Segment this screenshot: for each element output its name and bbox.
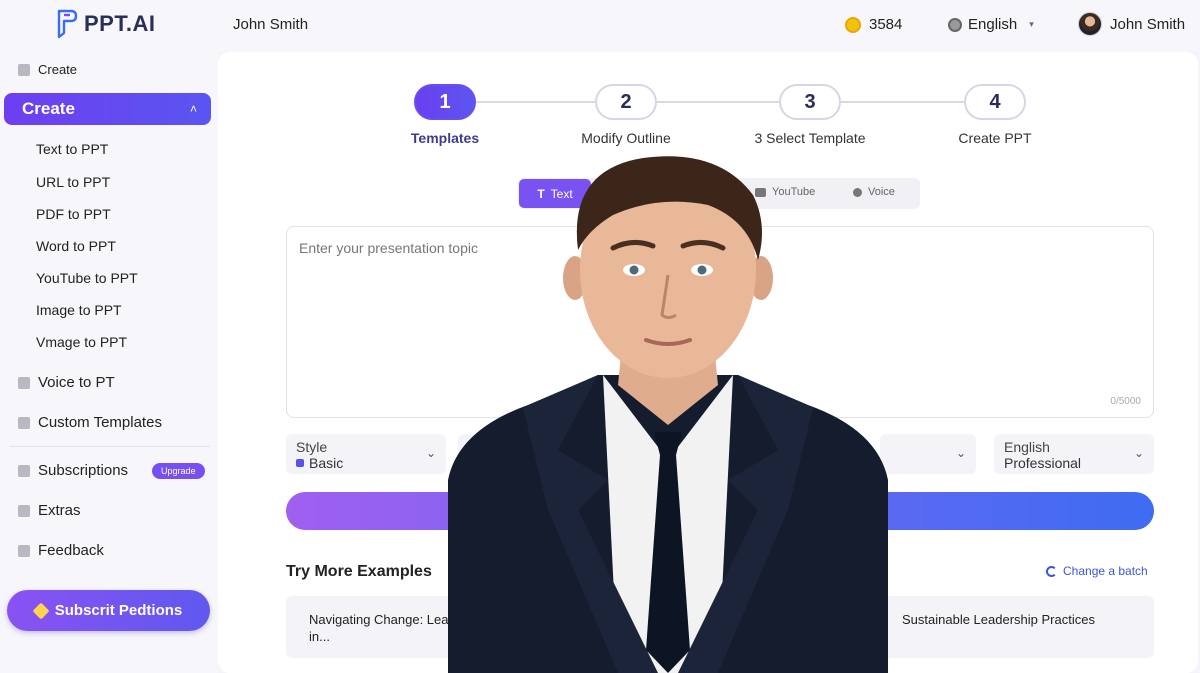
sidebar-item-vmage-to-ppt[interactable]: Vmage to PPT bbox=[36, 334, 127, 350]
sidebar-item-subscriptions[interactable]: Subscriptions Upgrade bbox=[18, 462, 205, 479]
step-2-label: Modify Outline bbox=[581, 130, 671, 146]
credits-display[interactable]: 3584 bbox=[845, 16, 902, 33]
change-batch-button[interactable]: Change a batch bbox=[1046, 564, 1148, 578]
user-menu[interactable]: John Smith bbox=[1078, 12, 1185, 36]
sidebar-item-custom-templates[interactable]: Custom Templates bbox=[18, 414, 162, 431]
step-4[interactable]: 4 bbox=[964, 84, 1026, 120]
step-1-label: Templates bbox=[410, 130, 480, 146]
language-tone-select[interactable]: English Professional ⌄ bbox=[994, 434, 1154, 474]
subscriptions-icon bbox=[18, 464, 30, 477]
presenter-photo bbox=[448, 156, 888, 673]
sidebar-item-image-to-ppt[interactable]: Image to PPT bbox=[36, 302, 122, 318]
credits-value: 3584 bbox=[869, 16, 903, 33]
top-bar: PPT.AI John Smith 3584 English ▾ John Sm… bbox=[0, 0, 1200, 52]
examples-title: Try More Examples bbox=[286, 563, 432, 580]
logo-mark-icon bbox=[57, 9, 78, 39]
feedback-icon bbox=[18, 544, 30, 557]
sidebar-item-feedback[interactable]: Feedback bbox=[18, 542, 104, 559]
create-icon bbox=[18, 63, 30, 76]
character-counter: 0/5000 bbox=[1110, 396, 1141, 407]
workspace-user-name: John Smith bbox=[233, 16, 309, 33]
sidebar-item-text-to-ppt[interactable]: Text to PPT bbox=[36, 141, 108, 157]
sidebar-create-heading: Create bbox=[18, 62, 77, 77]
sidebar-item-extras[interactable]: Extras bbox=[18, 502, 81, 519]
step-3[interactable]: 3 bbox=[779, 84, 841, 120]
logo-text: PPT.AI bbox=[84, 11, 156, 36]
sidebar-item-create[interactable]: Create ˄ bbox=[4, 93, 211, 125]
sidebar: Create Create ˄ Text to PPT URL to PPT P… bbox=[0, 52, 218, 673]
chevron-down-icon: ▾ bbox=[1029, 19, 1034, 29]
logo[interactable]: PPT.AI bbox=[56, 9, 155, 39]
user-name: John Smith bbox=[1110, 15, 1186, 33]
sidebar-item-label: Create bbox=[22, 99, 75, 118]
globe-icon bbox=[948, 17, 962, 32]
subscribe-button[interactable]: Subscrit Pedtions bbox=[7, 590, 210, 631]
style-swatch-icon bbox=[296, 459, 304, 467]
avatar bbox=[1078, 12, 1102, 36]
coin-icon bbox=[845, 16, 861, 33]
diamond-icon bbox=[32, 602, 50, 619]
sidebar-item-word-to-ppt[interactable]: Word to PPT bbox=[36, 238, 116, 254]
templates-icon bbox=[18, 416, 30, 429]
sidebar-item-url-to-ppt[interactable]: URL to PPT bbox=[36, 174, 110, 190]
step-3-label: 3 Select Template bbox=[754, 130, 866, 146]
step-2[interactable]: 2 bbox=[595, 84, 657, 120]
step-1[interactable]: 1 bbox=[414, 84, 476, 120]
sidebar-item-youtube-to-ppt[interactable]: YouTube to PPT bbox=[36, 270, 138, 286]
chevron-up-icon: ˄ bbox=[189, 102, 197, 116]
language-selector[interactable]: English ▾ bbox=[948, 16, 1034, 33]
language-label: English bbox=[968, 16, 1018, 33]
divider bbox=[10, 446, 210, 447]
chevron-down-icon: ⌄ bbox=[1133, 446, 1144, 460]
sidebar-item-voice[interactable]: Voice to PT bbox=[18, 374, 115, 391]
extras-icon bbox=[18, 504, 30, 517]
refresh-icon bbox=[1046, 565, 1057, 577]
chevron-down-icon: ⌄ bbox=[955, 446, 966, 460]
upgrade-badge[interactable]: Upgrade bbox=[152, 462, 205, 479]
example-card[interactable]: Sustainable Leadership Practices bbox=[880, 596, 1154, 658]
step-4-label: Create PPT bbox=[958, 130, 1032, 146]
sidebar-item-pdf-to-ppt[interactable]: PDF to PPT bbox=[36, 206, 111, 222]
stepper-track bbox=[476, 101, 996, 103]
voice-icon bbox=[18, 376, 30, 389]
